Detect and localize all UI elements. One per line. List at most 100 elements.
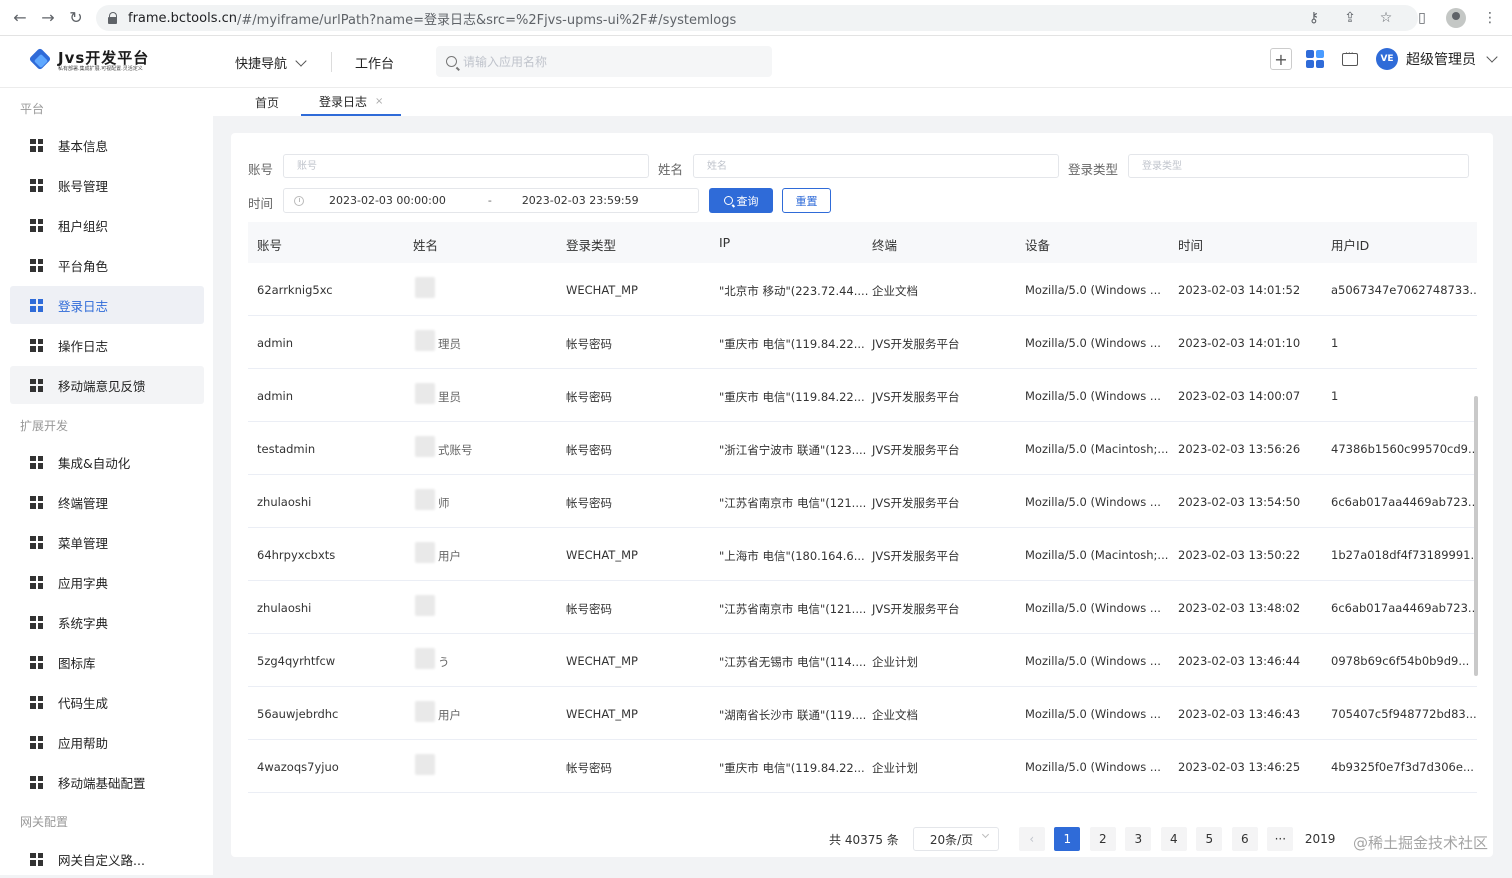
last-page[interactable]: 2019 — [1305, 832, 1336, 846]
sidebar-item-app-help[interactable]: 应用帮助 — [10, 723, 204, 761]
sidebar-item-label: 应用帮助 — [58, 733, 108, 752]
app-search-input[interactable] — [463, 55, 753, 69]
page-size-select[interactable]: 20条/页 — [913, 827, 999, 851]
sidebar-item-operation-log[interactable]: 操作日志 — [10, 326, 204, 364]
reset-button[interactable]: 重置 — [782, 188, 831, 213]
column-header[interactable]: 登录类型 — [566, 235, 616, 254]
cell-type: WECHAT_MP — [566, 548, 638, 562]
cell-account: zhulaoshi — [257, 601, 311, 615]
sidebar-item-terminal[interactable]: 终端管理 — [10, 483, 204, 521]
date-end[interactable]: 2023-02-03 23:59:59 — [522, 194, 639, 207]
sidebar-item-app-dict[interactable]: 应用字典 — [10, 563, 204, 601]
sidebar-item-icons[interactable]: 图标库 — [10, 643, 204, 681]
column-header[interactable]: 用户ID — [1331, 235, 1369, 254]
cell-ip: "重庆市 电信"(119.84.22... — [719, 760, 865, 776]
cell-ip: "江苏省南京市 电信"(121.... — [719, 601, 866, 617]
query-button[interactable]: 查询 — [709, 188, 773, 213]
sidebar-item-codegen[interactable]: 代码生成 — [10, 683, 204, 721]
page-6[interactable]: 6 — [1232, 827, 1258, 851]
sidebar-item-sys-dict[interactable]: 系统字典 — [10, 603, 204, 641]
cell-uid: 705407c5f948772bd83... — [1331, 707, 1477, 721]
more-pages-button[interactable]: ··· — [1267, 827, 1293, 851]
sidebar-item-menu[interactable]: 菜单管理 — [10, 523, 204, 561]
sidebar-item-account[interactable]: 账号管理 — [10, 166, 204, 204]
redacted-name — [415, 436, 435, 457]
account-input[interactable] — [283, 154, 649, 178]
forward-icon[interactable]: → — [34, 4, 62, 32]
table-row[interactable]: 62arrknig5xcWECHAT_MP"北京市 移动"(223.72.44.… — [248, 263, 1477, 316]
message-icon[interactable] — [1342, 53, 1358, 66]
date-start[interactable]: 2023-02-03 00:00:00 — [329, 194, 446, 207]
cell-device: Mozilla/5.0 (Windows ... — [1025, 654, 1161, 668]
sidebar-item-mobile-config[interactable]: 移动端基础配置 — [10, 763, 204, 801]
column-header[interactable]: 账号 — [257, 235, 282, 254]
chevron-down-icon[interactable] — [1486, 51, 1497, 62]
sidebar-item-label: 登录日志 — [58, 296, 108, 315]
cell-terminal: JVS开发服务平台 — [872, 601, 960, 617]
sidebar-item-label: 终端管理 — [58, 493, 108, 512]
apps-grid-icon[interactable] — [1306, 50, 1324, 68]
sidebar-item-feedback[interactable]: 移动端意见反馈 — [10, 366, 204, 404]
table-row[interactable]: 4wazoqs7yjuo帐号密码"重庆市 电信"(119.84.22...企业计… — [248, 740, 1477, 793]
sidepanel-icon[interactable]: ▯ — [1410, 6, 1434, 30]
menu-icon[interactable]: ⋮ — [1478, 6, 1502, 30]
table-row[interactable]: 里员admin帐号密码"重庆市 电信"(119.84.22...JVS开发服务平… — [248, 369, 1477, 422]
table-row[interactable]: 用户56auwjebrdhcWECHAT_MP"湖南省长沙市 联通"(119..… — [248, 687, 1477, 740]
name-input[interactable] — [693, 154, 1059, 178]
account-label: 账号 — [248, 159, 273, 178]
user-name[interactable]: 超级管理员 — [1406, 49, 1476, 69]
grid-icon — [30, 219, 43, 232]
page-1[interactable]: 1 — [1054, 827, 1080, 851]
sidebar-item-integration[interactable]: 集成&自动化 — [10, 443, 204, 481]
key-icon[interactable]: ⚷ — [1302, 6, 1326, 30]
sidebar-item-basic-info[interactable]: 基本信息 — [10, 126, 204, 164]
column-header[interactable]: 设备 — [1025, 235, 1050, 254]
address-bar[interactable]: frame.bctools.cn/#/myiframe/urlPath?name… — [96, 5, 1418, 31]
column-header[interactable]: 时间 — [1178, 235, 1203, 254]
logo[interactable]: Jvs开发平台 私有部署.集成扩展.可视配置.灵活定义 — [28, 48, 149, 74]
redacted-name — [415, 489, 435, 510]
share-icon[interactable]: ⇪ — [1338, 6, 1362, 30]
quick-nav-dropdown[interactable]: 快捷导航 — [235, 53, 305, 72]
star-icon[interactable]: ☆ — [1374, 6, 1398, 30]
time-label: 时间 — [248, 193, 273, 212]
tab-home[interactable]: 首页 — [255, 88, 279, 116]
table-row[interactable]: 用户64hrpyxcbxtsWECHAT_MP"上海市 电信"(180.164.… — [248, 528, 1477, 581]
cell-name: 里员 — [438, 389, 461, 405]
app-search[interactable] — [436, 46, 772, 77]
cell-account: 62arrknig5xc — [257, 283, 333, 297]
table-row[interactable]: 式账号testadmin帐号密码"浙江省宁波市 联通"(123....JVS开发… — [248, 422, 1477, 475]
page-4[interactable]: 4 — [1161, 827, 1187, 851]
table-row[interactable]: 师zhulaoshi帐号密码"江苏省南京市 电信"(121....JVS开发服务… — [248, 475, 1477, 528]
login-type-select[interactable] — [1128, 154, 1469, 178]
page-3[interactable]: 3 — [1125, 827, 1151, 851]
back-icon[interactable]: ← — [6, 4, 34, 32]
sidebar-item-gateway-route[interactable]: 网关自定义路... — [10, 840, 204, 878]
total-count: 共 40375 条 — [829, 831, 899, 848]
column-header[interactable]: 终端 — [872, 235, 897, 254]
sidebar-item-roles[interactable]: 平台角色 — [10, 246, 204, 284]
table-row[interactable]: 理员admin帐号密码"重庆市 电信"(119.84.22...JVS开发服务平… — [248, 316, 1477, 369]
sidebar-item-login-log[interactable]: 登录日志 — [10, 286, 204, 324]
close-icon[interactable]: × — [375, 96, 383, 107]
column-header[interactable]: IP — [719, 235, 730, 250]
cell-device: Mozilla/5.0 (Macintosh;... — [1025, 548, 1168, 562]
workbench-link[interactable]: 工作台 — [355, 53, 394, 72]
tab-login-log[interactable]: 登录日志 × — [301, 88, 401, 116]
profile-icon[interactable] — [1446, 8, 1466, 28]
grid-icon — [30, 776, 43, 789]
avatar[interactable]: VE — [1376, 48, 1398, 70]
page-2[interactable]: 2 — [1090, 827, 1116, 851]
column-header[interactable]: 姓名 — [413, 235, 438, 254]
table-row[interactable]: う5zg4qyrhtfcwWECHAT_MP"江苏省无锡市 电信"(114...… — [248, 634, 1477, 687]
sidebar-item-tenant[interactable]: 租户组织 — [10, 206, 204, 244]
date-range-picker[interactable]: 2023-02-03 00:00:00 - 2023-02-03 23:59:5… — [283, 188, 699, 213]
app-header: Jvs开发平台 私有部署.集成扩展.可视配置.灵活定义 快捷导航 工作台 + V… — [0, 36, 1512, 88]
add-button[interactable]: + — [1270, 48, 1292, 70]
page-5[interactable]: 5 — [1196, 827, 1222, 851]
table-row[interactable]: zhulaoshi帐号密码"江苏省南京市 电信"(121....JVS开发服务平… — [248, 581, 1477, 634]
cell-time: 2023-02-03 13:46:44 — [1178, 654, 1300, 668]
prev-page-button[interactable]: ‹ — [1019, 827, 1045, 851]
table-scrollbar[interactable] — [1474, 396, 1478, 676]
reload-icon[interactable]: ↻ — [62, 4, 90, 32]
